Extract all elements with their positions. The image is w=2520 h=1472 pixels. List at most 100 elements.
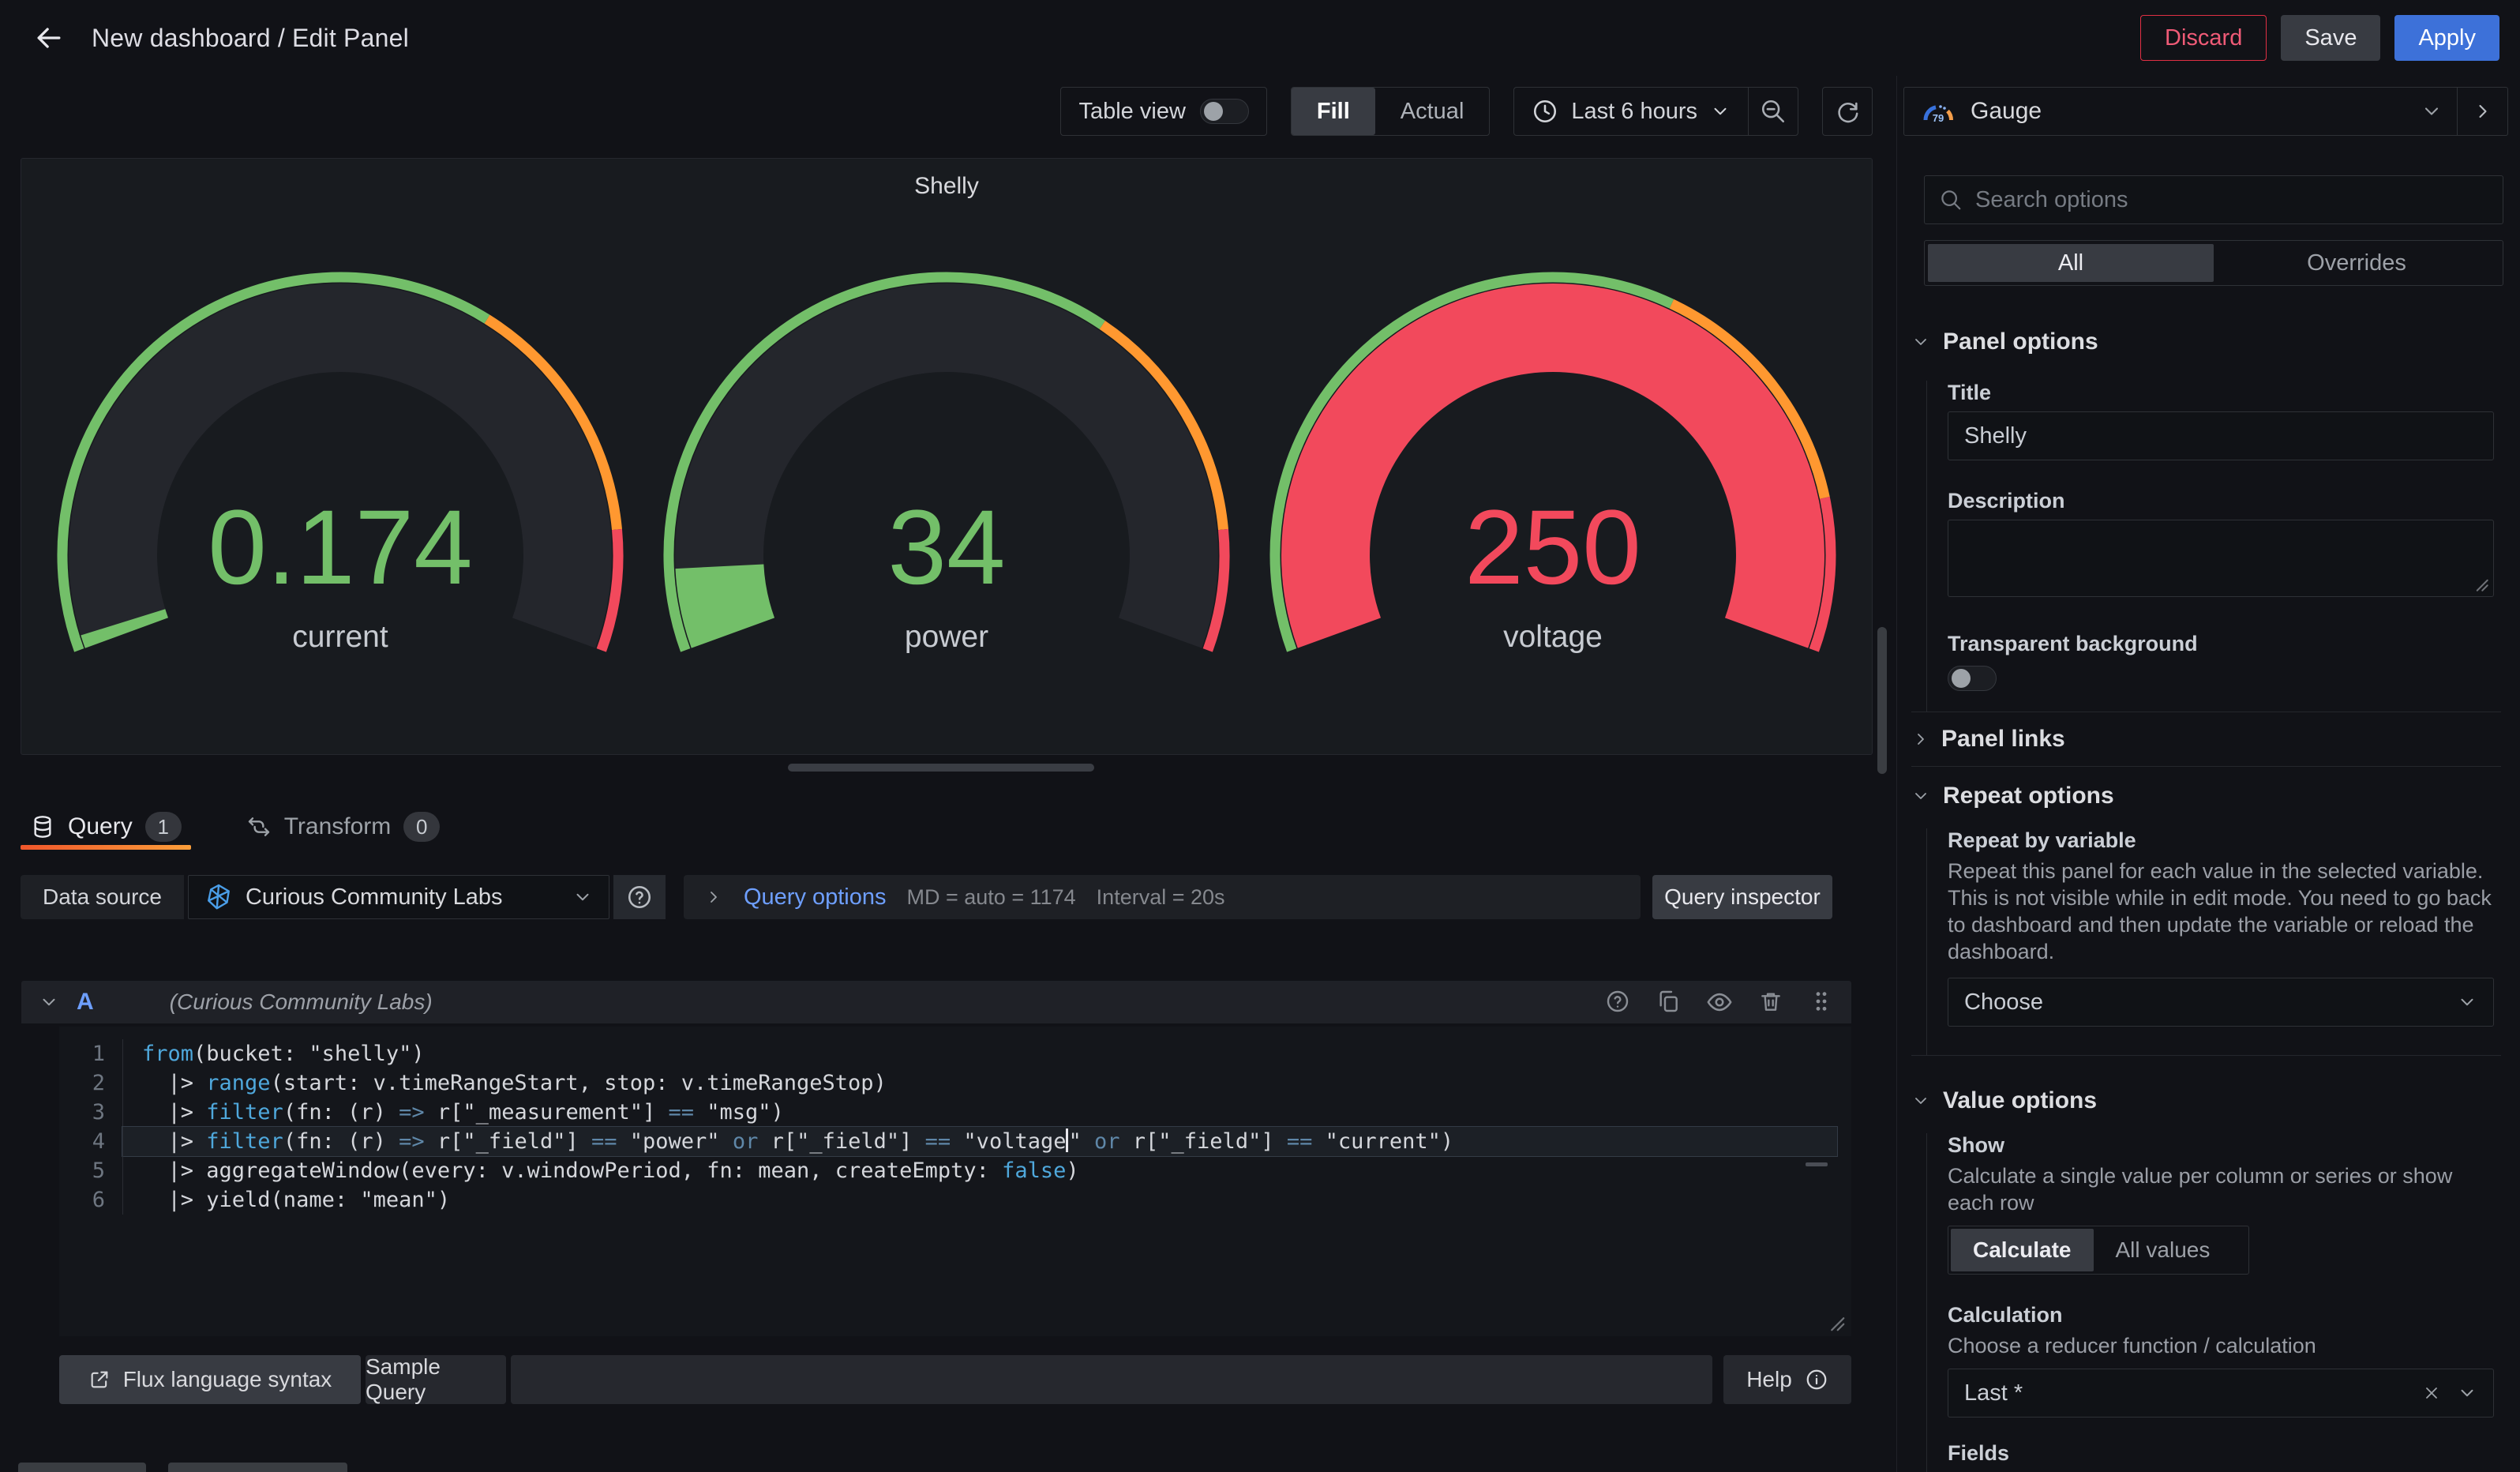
save-button[interactable]: Save [2281, 15, 2380, 61]
panel-options-pane: 79 Gauge All Overrides Panel options Tit… [1896, 76, 2520, 1472]
drag-handle-icon [1809, 989, 1834, 1014]
query-inspector-button[interactable]: Query inspector [1652, 875, 1832, 919]
repeat-by-variable-description: Repeat this panel for each value in the … [1948, 858, 2500, 965]
trash-icon [1758, 989, 1783, 1014]
toggle-query-visibility-button[interactable] [1706, 989, 1733, 1016]
show-description: Calculate a single value per column or s… [1948, 1162, 2500, 1216]
gauge-power: 34power [647, 261, 1247, 655]
editor-tabs: Query 1 Transform 0 [21, 804, 449, 850]
calculation-select[interactable]: Last * [1948, 1369, 2494, 1418]
value-options-header[interactable]: Value options [1897, 1076, 2501, 1119]
chevron-down-icon [2421, 100, 2443, 122]
refresh-icon [1834, 98, 1861, 125]
query-ref-id[interactable]: A [77, 989, 94, 1016]
gauges-row: 0.174current 34power 250voltage [21, 261, 1872, 655]
tab-all[interactable]: All [1928, 244, 2214, 282]
panel-title-input[interactable]: Shelly [1948, 411, 2494, 460]
help-button[interactable]: Help [1723, 1355, 1851, 1404]
options-filter-tabs: All Overrides [1924, 240, 2503, 286]
main-column: Table view Fill Actual Last 6 hours Shel… [0, 76, 1892, 1472]
apply-button[interactable]: Apply [2394, 15, 2499, 61]
code-line[interactable]: 4 |> filter(fn: (r) => r["_field"] == "p… [59, 1127, 1851, 1156]
visualization-picker[interactable]: 79 Gauge [1903, 87, 2508, 136]
section-title: Value options [1943, 1087, 2097, 1114]
vertical-scrollbar-thumb[interactable] [1877, 627, 1887, 774]
delete-query-button[interactable] [1758, 989, 1783, 1016]
gauge-viz-icon: 79 [1920, 98, 1956, 125]
table-view-toggle[interactable] [1200, 99, 1249, 124]
options-search-input[interactable] [1975, 187, 2488, 213]
query-help-button[interactable] [1605, 989, 1630, 1016]
calculate-option[interactable]: Calculate [1951, 1229, 2094, 1271]
code-lines: 1from(bucket: "shelly")2 |> range(start:… [59, 1039, 1851, 1215]
code-line[interactable]: 2 |> range(start: v.timeRangeStart, stop… [59, 1068, 1851, 1098]
collapse-pane-button[interactable] [2457, 88, 2507, 135]
flux-syntax-button[interactable]: Flux language syntax [59, 1355, 361, 1404]
chevron-down-icon [1911, 787, 1930, 805]
section-title: Repeat options [1943, 783, 2114, 809]
panel-toolbar: Table view Fill Actual Last 6 hours [1060, 87, 1873, 136]
back-button[interactable] [27, 16, 71, 60]
panel-options-header[interactable]: Panel options [1897, 317, 2501, 360]
editor-resize-corner-icon[interactable] [1823, 1309, 1847, 1333]
repeat-options-header[interactable]: Repeat options [1897, 767, 2501, 814]
collapse-query-icon[interactable] [39, 992, 59, 1012]
code-line[interactable]: 6 |> yield(name: "mean") [59, 1185, 1851, 1215]
options-search-box [1924, 175, 2503, 224]
cutoff-button[interactable] [168, 1463, 347, 1472]
chevron-down-icon [1911, 332, 1930, 351]
chevron-down-icon [1911, 1091, 1930, 1110]
code-line[interactable]: 1from(bucket: "shelly") [59, 1039, 1851, 1068]
code-line[interactable]: 3 |> filter(fn: (r) => r["_measurement"]… [59, 1098, 1851, 1127]
sample-query-button[interactable]: Sample Query [366, 1355, 506, 1404]
clear-icon[interactable] [2422, 1384, 2441, 1403]
flux-code-editor[interactable]: 1from(bucket: "shelly")2 |> range(start:… [59, 1027, 1851, 1336]
panel-options-body: Title Shelly Description Transparent bac… [1926, 381, 2501, 712]
eye-icon [1706, 989, 1733, 1016]
tab-transform[interactable]: Transform 0 [237, 804, 450, 850]
datasource-help-button[interactable] [613, 875, 666, 919]
time-range-label: Last 6 hours [1571, 99, 1697, 125]
tab-query[interactable]: Query 1 [21, 804, 191, 850]
app-header: New dashboard / Edit Panel Discard Save … [0, 0, 2520, 76]
textarea-resize-corner-icon[interactable] [2469, 573, 2490, 593]
fill-option[interactable]: Fill [1292, 88, 1375, 135]
tab-overrides[interactable]: Overrides [2214, 244, 2499, 282]
transform-count-badge: 0 [403, 812, 440, 842]
transparent-background-toggle[interactable] [1948, 666, 1997, 691]
svg-text:0.174: 0.174 [208, 489, 472, 606]
chevron-right-icon[interactable] [704, 888, 723, 907]
panel-links-header[interactable]: Panel links [1897, 712, 2501, 766]
section-title: Panel links [1941, 726, 2065, 753]
section-divider [1911, 1055, 2501, 1056]
query-options-link[interactable]: Query options [744, 884, 887, 911]
chevron-down-icon [572, 887, 593, 907]
cutoff-button[interactable] [18, 1463, 146, 1472]
tab-query-label: Query [68, 813, 133, 840]
code-line[interactable]: 5 |> aggregateWindow(every: v.windowPeri… [59, 1156, 1851, 1185]
datasource-picker[interactable]: Curious Community Labs [188, 875, 609, 919]
duplicate-query-button[interactable] [1656, 989, 1681, 1016]
repeat-variable-select[interactable]: Choose [1948, 978, 2494, 1027]
datasource-row: Data source Curious Community Labs Query… [21, 875, 1832, 919]
actual-option[interactable]: Actual [1375, 88, 1490, 135]
search-icon [1939, 188, 1963, 212]
chevron-down-icon [2457, 992, 2477, 1012]
refresh-button[interactable] [1822, 87, 1873, 136]
time-range-picker[interactable]: Last 6 hours [1514, 98, 1748, 125]
question-circle-icon [626, 884, 653, 911]
gauge-label: power [905, 620, 988, 655]
panel-resize-handle[interactable] [788, 764, 1094, 772]
all-values-option[interactable]: All values [2094, 1229, 2233, 1271]
panel-description-textarea[interactable] [1948, 520, 2494, 597]
show-mode-switch: Calculate All values [1948, 1226, 2249, 1275]
datasource-name: Curious Community Labs [246, 884, 560, 911]
editor-scroll-dash[interactable] [1806, 1162, 1828, 1166]
zoom-out-button[interactable] [1749, 88, 1798, 135]
arrow-left-icon [32, 21, 66, 55]
gauge-current: 0.174current [40, 261, 640, 655]
drag-query-handle[interactable] [1809, 989, 1834, 1016]
discard-button[interactable]: Discard [2140, 15, 2267, 61]
query-row-actions [1605, 989, 1834, 1016]
gauge-label: voltage [1503, 620, 1603, 655]
